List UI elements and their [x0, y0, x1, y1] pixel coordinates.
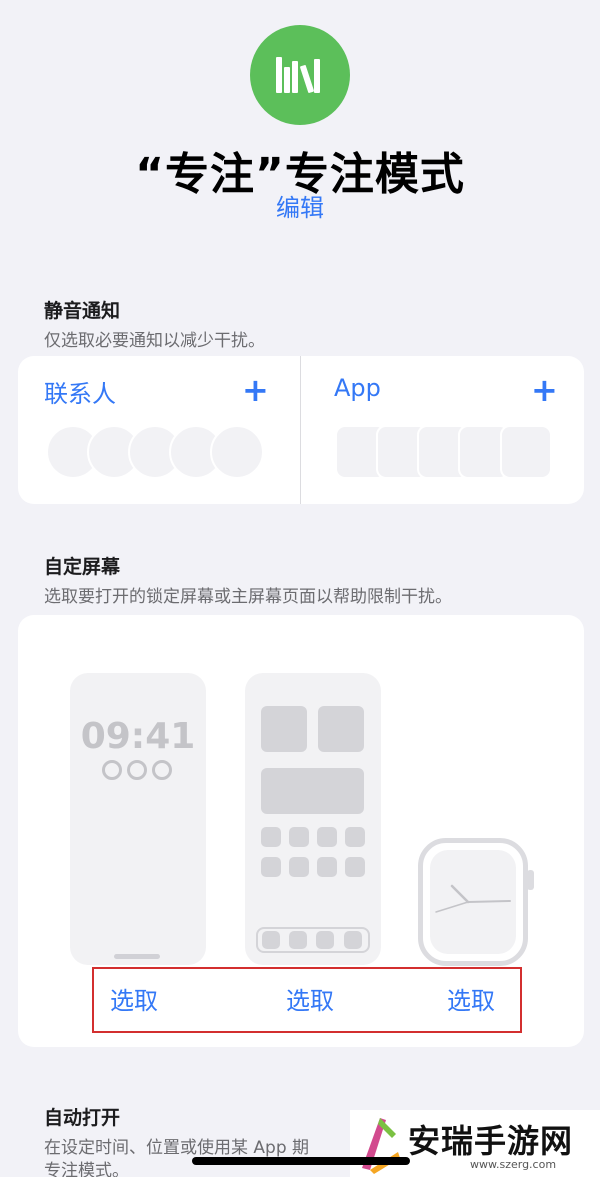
- auto-section-subtitle: 在设定时间、位置或使用某 App 期: [44, 1138, 310, 1158]
- app-icon-placeholder: [289, 857, 309, 877]
- app-placeholder: [500, 425, 552, 479]
- edit-button[interactable]: 编辑: [0, 188, 600, 223]
- contact-placeholder: [210, 425, 264, 479]
- app-icon-placeholder: [345, 857, 365, 877]
- silence-section-subtitle: 仅选取必要通知以减少干扰。: [44, 331, 265, 351]
- choose-watch-face-button[interactable]: 选取: [447, 981, 495, 1016]
- widget-ring-icon: [127, 760, 147, 780]
- widget-placeholder: [261, 706, 307, 752]
- add-contact-button[interactable]: +: [242, 374, 269, 406]
- clock-hands-icon: [435, 884, 511, 913]
- contacts-label[interactable]: 联系人: [44, 374, 116, 409]
- focus-app-icon: [250, 25, 350, 125]
- choose-lock-screen-button[interactable]: 选取: [110, 981, 158, 1016]
- home-bar: [114, 954, 160, 959]
- dock-app-placeholder: [289, 931, 307, 949]
- watermark-url: www.szerg.com: [470, 1158, 557, 1171]
- auto-section-subtitle-2: 专注模式。: [44, 1161, 129, 1177]
- choose-home-screen-button[interactable]: 选取: [286, 981, 334, 1016]
- add-app-button[interactable]: +: [531, 374, 558, 406]
- app-icon-placeholder: [261, 827, 281, 847]
- lock-screen-time: 09:41: [80, 716, 196, 757]
- dock-app-placeholder: [316, 931, 334, 949]
- books-icon: [276, 57, 320, 93]
- app-icon-placeholder: [261, 857, 281, 877]
- card-divider: [300, 356, 301, 504]
- home-indicator[interactable]: [192, 1157, 410, 1165]
- widget-placeholder: [318, 706, 364, 752]
- apps-label[interactable]: App: [334, 374, 381, 402]
- widget-ring-icon: [152, 760, 172, 780]
- widget-ring-icon: [102, 760, 122, 780]
- screens-section-title: 自定屏幕: [44, 556, 121, 578]
- app-icon-placeholder: [317, 827, 337, 847]
- watermark-logo-icon: [362, 1118, 400, 1174]
- app-icon-placeholder: [345, 827, 365, 847]
- app-icon-placeholder: [289, 827, 309, 847]
- widget-placeholder: [261, 768, 364, 814]
- watch-crown: [527, 870, 534, 890]
- watermark-name: 安瑞手游网: [408, 1122, 574, 1160]
- screens-section-subtitle: 选取要打开的锁定屏幕或主屏幕页面以帮助限制干扰。: [44, 587, 452, 607]
- auto-section-title: 自动打开: [44, 1107, 121, 1129]
- dock-app-placeholder: [262, 931, 280, 949]
- watch-face: [430, 850, 516, 954]
- dock-app-placeholder: [344, 931, 362, 949]
- app-icon-placeholder: [317, 857, 337, 877]
- silence-section-title: 静音通知: [44, 300, 121, 322]
